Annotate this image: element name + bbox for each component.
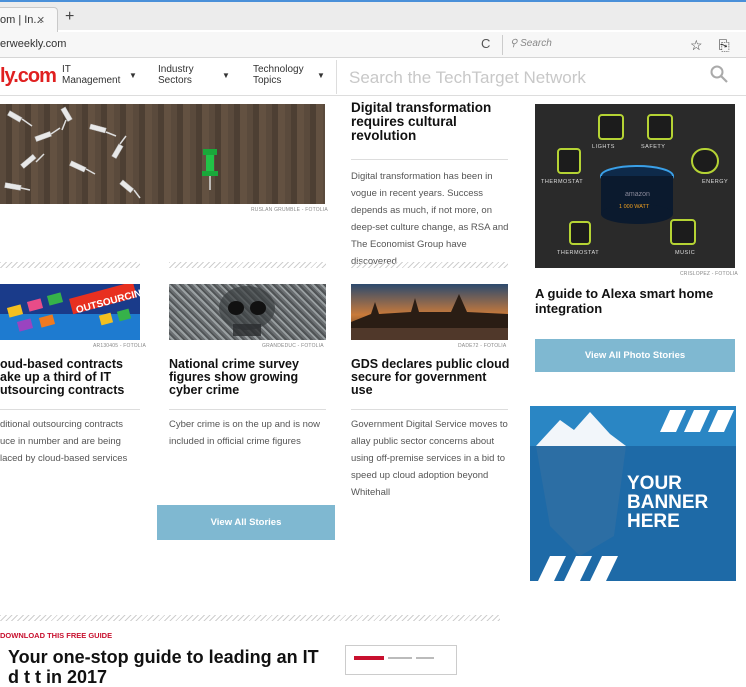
story-summary: Government Digital Service moves to alla… <box>351 419 508 498</box>
browser-tab[interactable]: om | In... × <box>0 7 58 32</box>
alexa-label-safety: SAFETY <box>641 144 666 150</box>
site-nav: ly.com IT Management ▼ Industry Sectors … <box>0 58 746 96</box>
banner-ad[interactable]: YOUR BANNER HERE <box>530 406 736 581</box>
chevron-down-icon[interactable]: ▼ <box>129 71 137 80</box>
story-image-outsourcing[interactable]: OUTSOURCING <box>0 284 140 340</box>
view-all-photo-stories-button[interactable]: View All Photo Stories <box>535 339 735 372</box>
story-summary: ditional outsourcing contracts uce in nu… <box>0 419 128 464</box>
reload-icon[interactable]: C <box>481 36 490 51</box>
skull-illustration <box>219 286 275 336</box>
story-headline[interactable]: GDS declares public cloud secure for gov… <box>351 358 511 397</box>
alexa-label-thermostat: THERMOSTAT <box>541 179 584 185</box>
section-divider <box>351 262 508 268</box>
thermostat-icon <box>557 148 581 174</box>
photo-credit: DADE72 - FOTOLIA <box>458 343 507 349</box>
alexa-headline[interactable]: A guide to Alexa smart home integration <box>535 286 735 316</box>
hero-headline[interactable]: Digital transformation requires cultural… <box>351 101 511 143</box>
browser-search-input[interactable]: ⚲ Search <box>502 35 676 55</box>
story-summary: Cyber crime is on the up and is now incl… <box>169 419 321 447</box>
browser-tab-strip: om | In... × + <box>0 0 746 32</box>
nav-item-it-management[interactable]: IT Management <box>62 64 120 86</box>
device-brand-text: amazon <box>625 191 650 198</box>
nav-item-technology-topics[interactable]: Technology Topics <box>253 64 304 86</box>
thumbnail-text-line <box>388 657 412 659</box>
lightbulb-icon <box>598 114 624 140</box>
guide-title[interactable]: Your one-stop guide to leading an IT d t… <box>8 647 319 687</box>
nav-item-label: Management <box>62 75 121 86</box>
device-sub-text: 1 000 WATT <box>619 204 650 210</box>
photo-credit: GRANDEDUC - FOTOLIA <box>262 343 324 349</box>
section-divider <box>0 262 140 268</box>
banner-text: YOUR BANNER HERE <box>627 473 709 532</box>
hero-image[interactable] <box>0 104 325 204</box>
guide-kicker: DOWNLOAD THIS FREE GUIDE <box>0 631 113 640</box>
alexa-label-music: MUSIC <box>675 250 696 256</box>
story-headline[interactable]: oud-based contracts ake up a third of IT… <box>0 358 145 397</box>
search-icon[interactable] <box>710 65 728 83</box>
section-divider <box>0 615 500 621</box>
search-placeholder: Search the TechTarget Network <box>349 68 586 87</box>
nav-item-label: Industry <box>158 64 194 75</box>
nav-item-label: Technology <box>253 64 304 75</box>
echo-dot-device: amazon 1 000 WATT <box>600 165 674 224</box>
pushpins-illustration <box>4 106 218 199</box>
toolbar-icons[interactable]: ☆ ⎘ ⬇ <box>690 37 746 54</box>
alexa-label-energy: ENERGY <box>702 179 729 185</box>
parliament-illustration <box>351 294 508 340</box>
photo-credit: CRISLOPEZ - FOTOLIA <box>680 271 738 277</box>
divider <box>351 409 508 410</box>
story-image-skull[interactable] <box>169 284 326 340</box>
divider <box>169 409 326 410</box>
section-divider <box>169 262 326 268</box>
photo-credit: AR130405 - FOTOLIA <box>93 343 146 349</box>
site-search-input[interactable]: Search the TechTarget Network <box>336 60 746 94</box>
view-all-stories-button[interactable]: View All Stories <box>157 505 335 540</box>
safety-icon <box>647 114 673 140</box>
divider <box>351 159 508 160</box>
nav-item-industry-sectors[interactable]: Industry Sectors <box>158 64 194 86</box>
photo-credit: RUSLAN GRUMBLE - FOTOLIA <box>251 207 328 213</box>
url-field[interactable]: erweekly.com <box>0 38 66 50</box>
new-tab-icon[interactable]: + <box>65 8 74 26</box>
divider <box>0 409 140 410</box>
thumbnail-text-line <box>416 657 434 659</box>
nav-item-label: Sectors <box>158 75 192 86</box>
nav-item-label: Topics <box>253 75 282 86</box>
thumbnail-logo <box>354 656 384 660</box>
alexa-image[interactable]: LIGHTS SAFETY THERMOSTAT ENERGY THERMOST… <box>535 104 735 268</box>
chevron-down-icon[interactable]: ▼ <box>317 71 325 80</box>
hero-summary: Digital transformation has been in vogue… <box>351 171 509 267</box>
search-icon: ⚲ <box>510 38 521 49</box>
alexa-label-lights: LIGHTS <box>592 144 615 150</box>
close-icon[interactable]: × <box>37 12 45 27</box>
thermostat-icon <box>569 221 591 245</box>
nav-item-label: IT <box>62 64 71 75</box>
energy-icon <box>691 148 719 174</box>
story-headline[interactable]: National crime survey figures show growi… <box>169 358 319 397</box>
site-logo[interactable]: ly.com <box>0 65 57 88</box>
alexa-label-thermostat: THERMOSTAT <box>557 250 600 256</box>
address-bar: erweekly.com C ⚲ Search ☆ ⎘ ⬇ <box>0 32 746 58</box>
outsourcing-illustration: OUTSOURCING <box>0 284 140 340</box>
search-placeholder: Search <box>520 38 552 49</box>
chevron-down-icon[interactable]: ▼ <box>222 71 230 80</box>
story-image-parliament[interactable] <box>351 284 508 340</box>
